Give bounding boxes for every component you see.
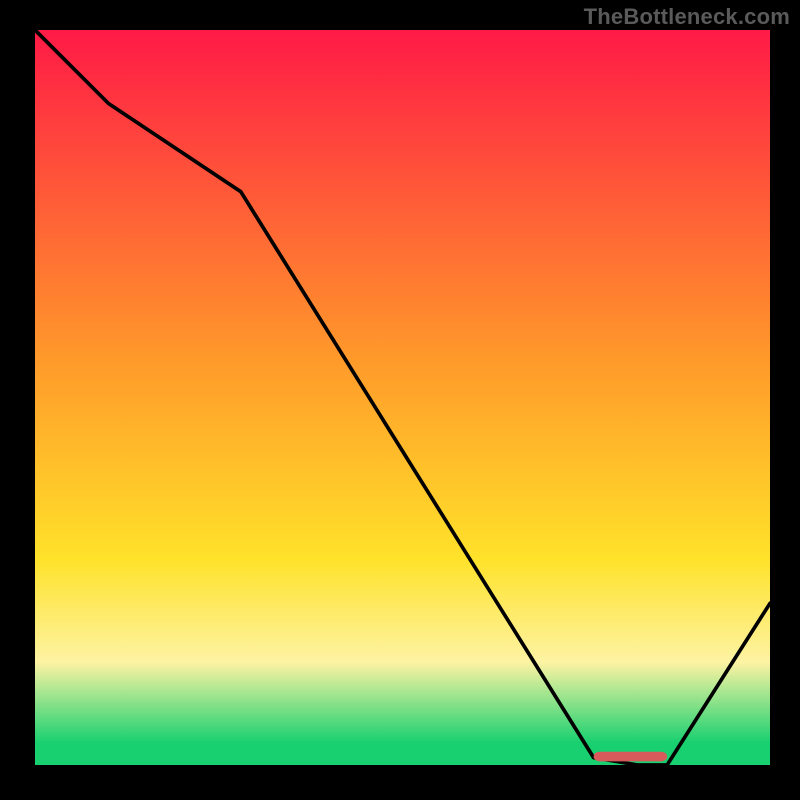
chart-stage: TheBottleneck.com xyxy=(0,0,800,800)
plot-area xyxy=(30,30,770,770)
optimal-range-marker xyxy=(594,752,668,762)
curve-overlay xyxy=(35,30,770,765)
bottleneck-curve xyxy=(35,30,770,765)
watermark-text: TheBottleneck.com xyxy=(584,4,790,30)
